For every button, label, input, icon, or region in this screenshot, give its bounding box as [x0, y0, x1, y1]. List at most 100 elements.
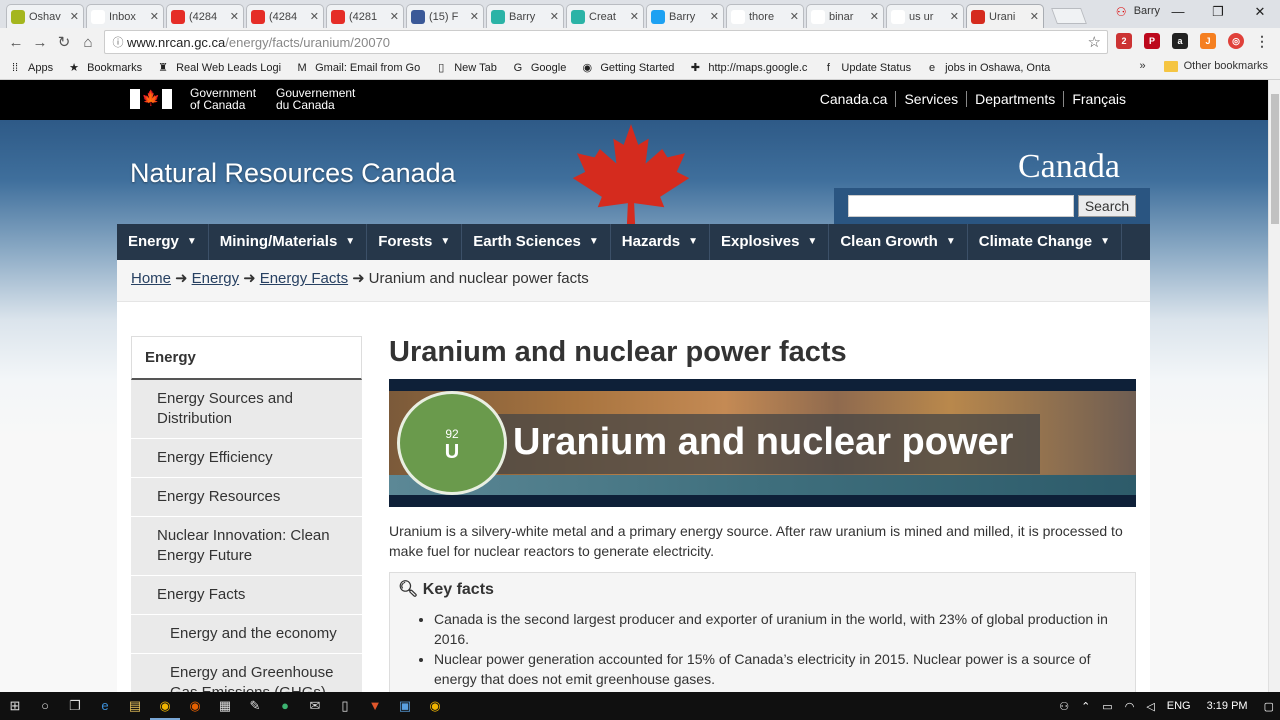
- link-canada-ca[interactable]: Canada.ca: [812, 91, 896, 107]
- section-menu-item[interactable]: Energy Resources: [131, 478, 362, 517]
- bookmark-item[interactable]: ✚ http://maps.google.c: [688, 61, 808, 75]
- site-title[interactable]: Natural Resources Canada: [130, 158, 456, 189]
- section-menu-item[interactable]: Energy Sources and Distribution: [131, 380, 362, 439]
- page-scrollbar[interactable]: [1268, 80, 1280, 692]
- pinterest-icon[interactable]: P: [1144, 33, 1160, 49]
- home-icon[interactable]: ⌂: [76, 34, 100, 51]
- notepad-icon[interactable]: ▦: [210, 692, 240, 720]
- scrollbar-thumb[interactable]: [1271, 94, 1279, 224]
- green-app-icon[interactable]: ●: [270, 692, 300, 720]
- section-menu-item[interactable]: Energy Efficiency: [131, 439, 362, 478]
- tab-close-icon[interactable]: ✕: [550, 10, 559, 23]
- tab-close-icon[interactable]: ✕: [710, 10, 719, 23]
- browser-tab[interactable]: (4281 ✕: [326, 4, 404, 28]
- bookmark-star-icon[interactable]: ☆: [1088, 33, 1101, 51]
- browser-tab[interactable]: (4284 ✕: [246, 4, 324, 28]
- browser-tab[interactable]: thore ✕: [726, 4, 804, 28]
- browser-tab[interactable]: Creat ✕: [566, 4, 644, 28]
- browser-tab[interactable]: Inbox ✕: [86, 4, 164, 28]
- tab-close-icon[interactable]: ✕: [950, 10, 959, 23]
- reload-icon[interactable]: ↻: [52, 33, 76, 51]
- browser-tab[interactable]: Oshav ✕: [6, 4, 84, 28]
- search-input[interactable]: [848, 195, 1074, 217]
- restore-icon[interactable]: ❐: [1208, 4, 1228, 20]
- link-francais[interactable]: Français: [1063, 91, 1134, 107]
- profile-button[interactable]: ⚇ Barry: [1116, 5, 1160, 19]
- main-nav-item[interactable]: Mining/Materials ▼: [209, 224, 368, 260]
- bookmark-item[interactable]: ◉ Getting Started: [580, 61, 675, 75]
- notification-icon[interactable]: ▢: [1264, 700, 1274, 713]
- main-nav-item[interactable]: Earth Sciences ▼: [462, 224, 611, 260]
- section-menu-item[interactable]: Energy and Greenhouse Gas Emissions (GHG…: [131, 654, 362, 692]
- tab-close-icon[interactable]: ✕: [790, 10, 799, 23]
- blue-app-icon[interactable]: ▣: [390, 692, 420, 720]
- browser-tab[interactable]: (15) F ✕: [406, 4, 484, 28]
- search-button[interactable]: Search: [1078, 195, 1136, 217]
- bookmark-item[interactable]: ♜ Real Web Leads Logi: [156, 61, 281, 75]
- clock[interactable]: 3:19 PM: [1207, 700, 1248, 712]
- breadcrumb-home[interactable]: Home: [131, 270, 171, 287]
- bookmark-item[interactable]: ▯ New Tab: [434, 61, 497, 75]
- edge-icon[interactable]: e: [90, 692, 120, 720]
- bookmark-item[interactable]: ★ Bookmarks: [67, 61, 142, 75]
- close-window-icon[interactable]: ✕: [1250, 4, 1270, 20]
- browser-tab[interactable]: (4284 ✕: [166, 4, 244, 28]
- bookmarks-overflow-icon[interactable]: »: [1140, 60, 1146, 72]
- tab-close-icon[interactable]: ✕: [630, 10, 639, 23]
- mail-icon[interactable]: ✉: [300, 692, 330, 720]
- gov-signature-en[interactable]: Government of Canada: [190, 87, 256, 111]
- browser-tab[interactable]: binar ✕: [806, 4, 884, 28]
- menu-dots-icon[interactable]: ⋮: [1254, 33, 1270, 49]
- chrome-icon[interactable]: ◉: [150, 692, 180, 720]
- section-menu-item[interactable]: Nuclear Innovation: Clean Energy Future: [131, 517, 362, 576]
- tab-close-icon[interactable]: ✕: [310, 10, 319, 23]
- section-menu-item[interactable]: Energy Facts: [131, 576, 362, 615]
- battery-icon[interactable]: ▭: [1102, 700, 1112, 713]
- tray-up-icon[interactable]: ⌃: [1081, 700, 1090, 713]
- tab-close-icon[interactable]: ✕: [70, 10, 79, 23]
- network-icon[interactable]: ◠: [1125, 700, 1135, 713]
- bookmark-item[interactable]: G Google: [511, 61, 567, 75]
- link-services[interactable]: Services: [895, 91, 966, 107]
- people-icon[interactable]: ⚇: [1059, 700, 1069, 713]
- extension-orange-icon[interactable]: J: [1200, 33, 1216, 49]
- file-explorer-icon[interactable]: ▤: [120, 692, 150, 720]
- firefox-icon[interactable]: ◉: [180, 692, 210, 720]
- gov-signature-fr[interactable]: Gouvernement du Canada: [276, 87, 355, 111]
- browser-tab[interactable]: Barry ✕: [486, 4, 564, 28]
- task-view-icon[interactable]: ❐: [60, 692, 90, 720]
- tab-close-icon[interactable]: ✕: [150, 10, 159, 23]
- main-nav-item[interactable]: Explosives ▼: [710, 224, 830, 260]
- volume-icon[interactable]: ◁: [1146, 700, 1154, 713]
- tab-close-icon[interactable]: ✕: [1030, 10, 1039, 23]
- back-icon[interactable]: ←: [4, 34, 28, 51]
- site-info-icon[interactable]: ⓘ: [109, 34, 127, 50]
- section-menu-heading[interactable]: Energy: [131, 336, 362, 380]
- url-bar[interactable]: ⓘ www.nrcan.gc.ca/energy/facts/uranium/2…: [104, 30, 1108, 54]
- main-nav-item[interactable]: Hazards ▼: [611, 224, 711, 260]
- search-circle-icon[interactable]: ○: [30, 692, 60, 720]
- browser-tab[interactable]: Barry ✕: [646, 4, 724, 28]
- minimize-icon[interactable]: —: [1168, 4, 1188, 19]
- language-indicator[interactable]: ENG: [1167, 700, 1191, 712]
- tab-close-icon[interactable]: ✕: [470, 10, 479, 23]
- main-nav-item[interactable]: Energy ▼: [117, 224, 209, 260]
- other-bookmarks[interactable]: Other bookmarks: [1184, 60, 1268, 72]
- main-nav-item[interactable]: Climate Change ▼: [968, 224, 1123, 260]
- bookmark-item[interactable]: ⁞⁞ Apps: [8, 61, 53, 75]
- main-nav-item[interactable]: Forests ▼: [367, 224, 463, 260]
- paint-icon[interactable]: ✎: [240, 692, 270, 720]
- brave-icon[interactable]: ▼: [360, 692, 390, 720]
- extension-badge-icon[interactable]: 2: [1116, 33, 1132, 49]
- tab-close-icon[interactable]: ✕: [230, 10, 239, 23]
- new-tab-button[interactable]: [1051, 8, 1087, 24]
- breadcrumb-energy[interactable]: Energy: [192, 270, 240, 287]
- amazon-icon[interactable]: a: [1172, 33, 1188, 49]
- tab-close-icon[interactable]: ✕: [390, 10, 399, 23]
- main-nav-item[interactable]: Clean Growth ▼: [829, 224, 968, 260]
- windows-start-icon[interactable]: ⊞: [0, 692, 30, 720]
- forward-icon[interactable]: →: [28, 34, 52, 51]
- link-departments[interactable]: Departments: [966, 91, 1063, 107]
- chrome-alt-icon[interactable]: ◉: [420, 692, 450, 720]
- bookmark-item[interactable]: e jobs in Oshawa, Onta: [925, 61, 1050, 75]
